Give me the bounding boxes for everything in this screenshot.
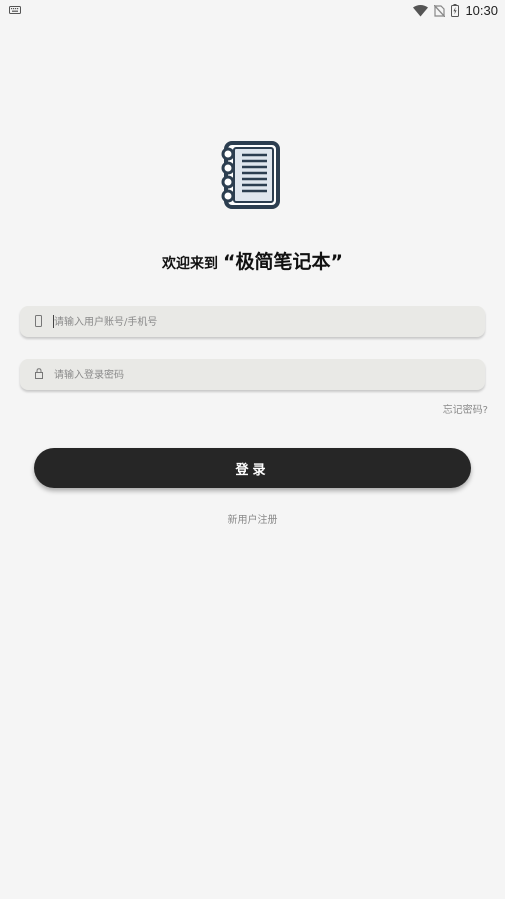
status-time: 10:30 xyxy=(465,3,498,18)
app-logo xyxy=(220,140,282,214)
welcome-title: 欢迎来到 “极简笔记本” xyxy=(0,247,505,274)
password-input[interactable] xyxy=(52,359,476,392)
register-link[interactable]: 新用户注册 xyxy=(0,511,505,526)
account-field[interactable] xyxy=(20,306,485,339)
phone-icon xyxy=(35,315,42,327)
login-button[interactable]: 登录 xyxy=(34,448,471,488)
app-name: “极简笔记本” xyxy=(223,251,344,273)
account-input[interactable] xyxy=(52,306,476,339)
wifi-icon xyxy=(413,4,429,16)
keyboard-icon xyxy=(9,6,21,14)
battery-charging-icon xyxy=(451,4,460,17)
forgot-password-link[interactable]: 忘记密码? xyxy=(443,401,488,416)
no-sim-icon xyxy=(434,4,446,17)
notebook-icon xyxy=(221,141,280,209)
lock-icon xyxy=(35,368,43,379)
status-bar: 10:30 xyxy=(0,0,505,22)
password-field[interactable] xyxy=(20,359,485,392)
welcome-prefix: 欢迎来到 xyxy=(161,256,218,272)
